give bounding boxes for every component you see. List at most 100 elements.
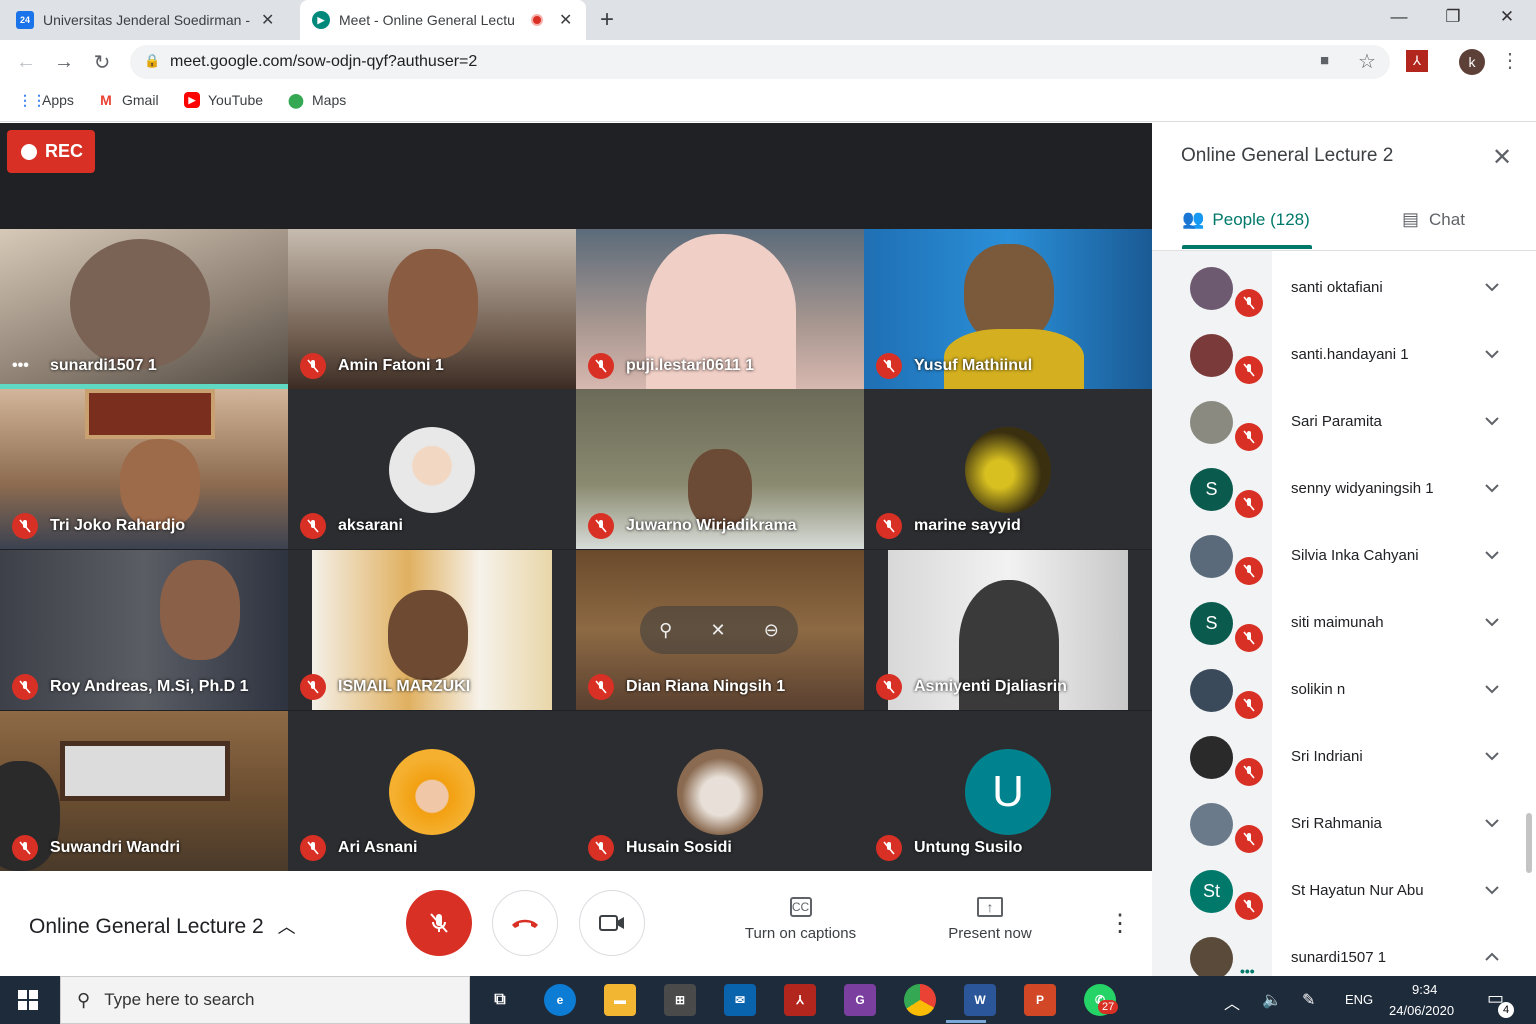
video-tile[interactable]: Roy Andreas, M.Si, Ph.D 1 xyxy=(0,550,288,710)
participant-row[interactable]: Sri Indriani xyxy=(1152,724,1536,791)
acrobat-extension-icon[interactable]: ⅄ xyxy=(1406,50,1428,72)
meeting-details-button[interactable]: Online General Lecture 2 ︿ xyxy=(29,913,296,939)
video-tile[interactable]: Ari Asnani xyxy=(288,711,576,871)
video-tile[interactable]: ISMAIL MARZUKI xyxy=(288,550,576,710)
volume-icon[interactable]: 🔈 xyxy=(1262,990,1282,1010)
minimize-button[interactable]: — xyxy=(1372,0,1426,34)
chevron-down-icon[interactable] xyxy=(1482,545,1502,570)
participant-name: Sri Rahmania xyxy=(1291,815,1382,832)
address-bar[interactable]: 🔒 meet.google.com/sow-odjn-qyf?authuser=… xyxy=(130,45,1390,79)
meeting-title: Online General Lecture 2 xyxy=(29,915,264,938)
bookmark-maps[interactable]: ⬤ Maps xyxy=(288,92,346,108)
chevron-down-icon[interactable] xyxy=(1482,880,1502,905)
bookmark-youtube[interactable]: ▶ YouTube xyxy=(184,92,263,108)
chrome-icon[interactable] xyxy=(904,984,936,1016)
video-tile[interactable]: Tri Joko Rahardjo xyxy=(0,389,288,549)
video-tile[interactable]: Yusuf Mathiinul xyxy=(864,229,1152,389)
tile-hover-controls: ⚲ ✕ ⊖ xyxy=(640,606,798,654)
close-panel-icon[interactable]: ✕ xyxy=(1492,143,1512,172)
present-label: Present now xyxy=(948,925,1032,942)
chevron-down-icon[interactable] xyxy=(1482,813,1502,838)
participant-row[interactable]: santi oktafiani xyxy=(1152,255,1536,322)
reload-button[interactable]: ↻ xyxy=(86,46,118,78)
chevron-down-icon[interactable] xyxy=(1482,679,1502,704)
clock-time[interactable]: 9:34 xyxy=(1412,982,1437,997)
store-icon[interactable]: ⊞ xyxy=(664,984,696,1016)
captions-button[interactable]: CC Turn on captions xyxy=(738,897,863,942)
chevron-down-icon[interactable] xyxy=(1482,478,1502,503)
camera-toggle-button[interactable] xyxy=(579,890,645,956)
participant-row[interactable]: Silvia Inka Cahyani xyxy=(1152,523,1536,590)
video-tile[interactable]: Amin Fatoni 1 xyxy=(288,229,576,389)
acrobat-icon[interactable]: ⅄ xyxy=(784,984,816,1016)
video-tile[interactable]: Asmiyenti Djaliasrin xyxy=(864,550,1152,710)
more-options-icon[interactable]: ⋮ xyxy=(1108,909,1132,938)
chevron-down-icon[interactable] xyxy=(1482,612,1502,637)
url-text: meet.google.com/sow-odjn-qyf?authuser=2 xyxy=(170,53,478,70)
chevron-down-icon[interactable] xyxy=(1482,411,1502,436)
chevron-down-icon[interactable] xyxy=(1482,277,1502,302)
close-tab-icon[interactable]: ✕ xyxy=(261,10,274,30)
pen-icon[interactable]: ✎ xyxy=(1302,990,1315,1010)
profile-avatar[interactable]: k xyxy=(1459,49,1485,75)
chevron-down-icon[interactable] xyxy=(1482,746,1502,771)
taskbar-search[interactable]: ⚲ Type here to search xyxy=(60,976,470,1024)
video-tile[interactable]: marine sayyid xyxy=(864,389,1152,549)
mic-off-icon xyxy=(430,913,448,933)
task-view-icon[interactable]: ⧉ xyxy=(484,984,516,1016)
powerpoint-icon[interactable]: P xyxy=(1024,984,1056,1016)
edge-icon[interactable]: e xyxy=(544,984,576,1016)
bookmark-star-icon[interactable]: ☆ xyxy=(1358,49,1376,74)
tab-people[interactable]: 👥 People (128) xyxy=(1182,209,1310,230)
clock-date[interactable]: 24/06/2020 xyxy=(1389,1003,1454,1018)
video-tile[interactable]: Juwarno Wirjadikrama xyxy=(576,389,864,549)
close-window-button[interactable]: ✕ xyxy=(1480,0,1534,34)
video-tile[interactable]: aksarani xyxy=(288,389,576,549)
video-tile[interactable]: Suwandri Wandri xyxy=(0,711,288,871)
leave-call-button[interactable] xyxy=(492,890,558,956)
participant-row[interactable]: Ssiti maimunah xyxy=(1152,590,1536,657)
bookmark-apps[interactable]: ⋮⋮ Apps xyxy=(18,92,74,108)
forward-button[interactable]: → xyxy=(48,46,80,78)
pdf-app-icon[interactable]: G xyxy=(844,984,876,1016)
bookmark-gmail[interactable]: M Gmail xyxy=(98,92,158,108)
file-explorer-icon[interactable]: ▬ xyxy=(604,984,636,1016)
tab-meet[interactable]: ▶ Meet - Online General Lectu ✕ xyxy=(300,0,586,40)
video-tile[interactable]: ••• sunardi1507 1 xyxy=(0,229,288,389)
tray-chevron-icon[interactable]: ︿ xyxy=(1224,990,1240,1014)
pin-icon[interactable]: ⚲ xyxy=(659,620,672,641)
back-button[interactable]: ← xyxy=(10,46,42,78)
tab-title: Meet - Online General Lectu xyxy=(339,12,515,28)
participant-row[interactable]: Sari Paramita xyxy=(1152,389,1536,456)
mic-toggle-button[interactable] xyxy=(406,890,472,956)
video-tile[interactable]: Husain Sosidi xyxy=(576,711,864,871)
participant-name: Silvia Inka Cahyani xyxy=(1291,547,1419,564)
tab-chat[interactable]: ▤ Chat xyxy=(1402,209,1465,230)
word-icon[interactable]: W xyxy=(964,984,996,1016)
video-tile[interactable]: puji.lestari0611 1 xyxy=(576,229,864,389)
remove-participant-icon[interactable]: ⊖ xyxy=(764,620,779,641)
camera-icon[interactable]: ■ xyxy=(1320,52,1329,69)
browser-menu-icon[interactable]: ⋮ xyxy=(1500,48,1520,73)
video-tile[interactable]: ⚲ ✕ ⊖ Dian Riana Ningsih 1 xyxy=(576,550,864,710)
language-indicator[interactable]: ENG xyxy=(1345,992,1373,1007)
restore-button[interactable]: ❐ xyxy=(1426,0,1480,34)
muted-mic-icon xyxy=(1235,289,1263,317)
participant-name: sunardi1507 1 xyxy=(50,357,157,374)
participant-row[interactable]: Sri Rahmania xyxy=(1152,791,1536,858)
chevron-up-icon[interactable] xyxy=(1482,947,1502,972)
participant-row[interactable]: solikin n xyxy=(1152,657,1536,724)
mute-participant-icon[interactable]: ✕ xyxy=(710,620,725,641)
video-tile[interactable]: U Untung Susilo xyxy=(864,711,1152,871)
tab-universitas[interactable]: 24 Universitas Jenderal Soedirman - ✕ xyxy=(16,0,296,40)
present-now-button[interactable]: ↑ Present now xyxy=(940,897,1040,942)
participant-row[interactable]: Ssenny widyaningsih 1 xyxy=(1152,456,1536,523)
start-button[interactable] xyxy=(18,990,38,1010)
new-tab-button[interactable]: + xyxy=(600,6,614,34)
participant-row[interactable]: santi.handayani 1 xyxy=(1152,322,1536,389)
close-tab-icon[interactable]: ✕ xyxy=(559,10,572,30)
participant-row[interactable]: St St Hayatun Nur Abu xyxy=(1152,858,1536,925)
participant-row[interactable]: ••• sunardi1507 1 xyxy=(1152,925,1536,976)
chevron-down-icon[interactable] xyxy=(1482,344,1502,369)
mail-icon[interactable]: ✉ xyxy=(724,984,756,1016)
